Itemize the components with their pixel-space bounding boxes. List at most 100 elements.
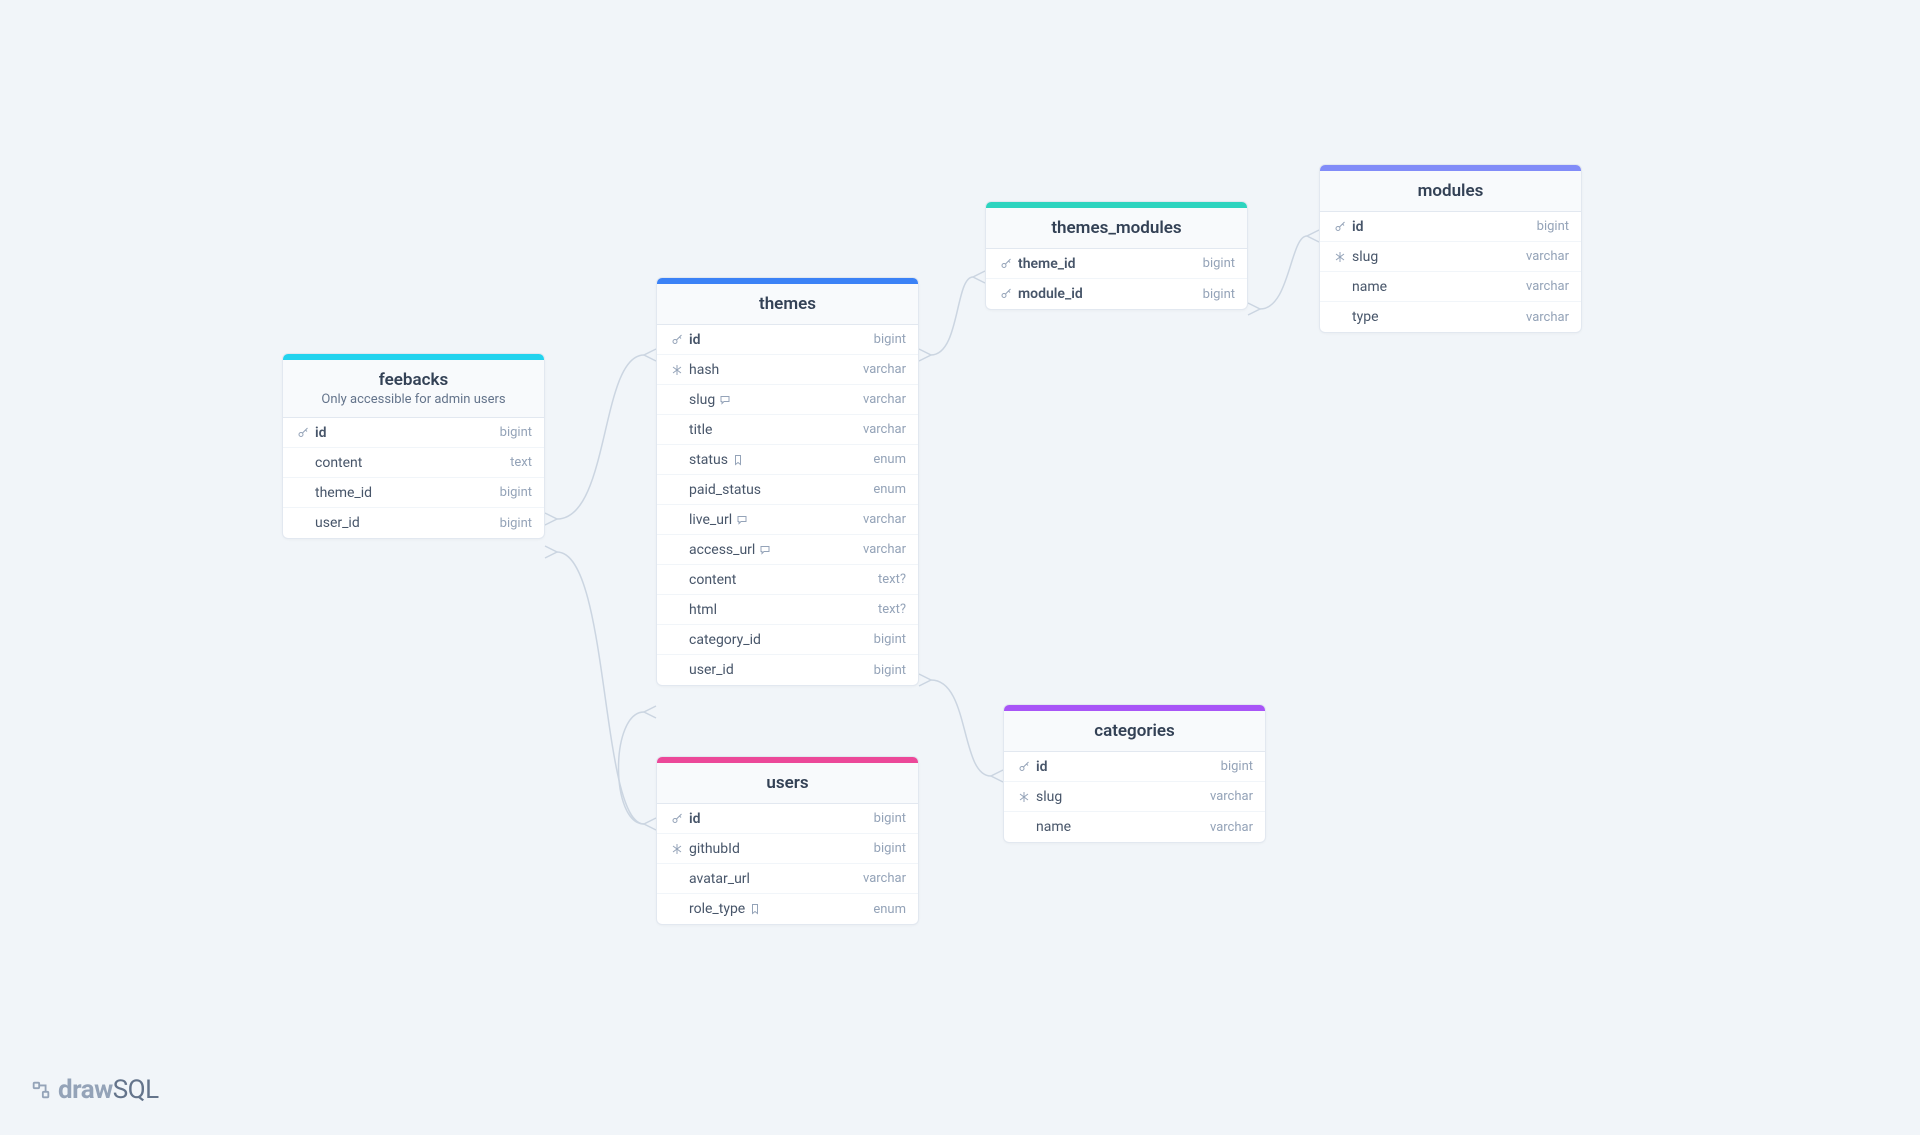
column-name: slug bbox=[689, 392, 731, 408]
column-name: title bbox=[689, 422, 712, 438]
column-name: access_url bbox=[689, 542, 771, 558]
key-icon bbox=[998, 258, 1014, 270]
column-row[interactable]: title varchar bbox=[657, 415, 918, 445]
column-row[interactable]: name varchar bbox=[1320, 272, 1581, 302]
column-row[interactable]: access_urlvarchar bbox=[657, 535, 918, 565]
column-name: user_id bbox=[689, 662, 734, 678]
column-name: html bbox=[689, 602, 717, 618]
column-name: category_id bbox=[689, 632, 761, 648]
columns: id bigint content text theme_id bigint user_id… bbox=[283, 418, 544, 538]
column-name: id bbox=[689, 811, 701, 827]
column-name: id bbox=[315, 425, 327, 441]
column-type: varchar bbox=[853, 512, 906, 527]
column-row[interactable]: idbigint bbox=[657, 804, 918, 834]
table-title: modules bbox=[1334, 181, 1567, 201]
column-row[interactable]: live_urlvarchar bbox=[657, 505, 918, 535]
column-type: text bbox=[500, 455, 532, 470]
column-row[interactable]: slug varchar bbox=[1320, 242, 1581, 272]
table-subtitle: Only accessible for admin users bbox=[297, 392, 530, 407]
table-themes[interactable]: themes idbiginthashvarcharslugvarchartit… bbox=[656, 277, 919, 686]
table-header: categories bbox=[1004, 711, 1265, 752]
column-type: varchar bbox=[1200, 820, 1253, 835]
column-type: bigint bbox=[1193, 287, 1235, 302]
column-row[interactable]: htmltext? bbox=[657, 595, 918, 625]
column-type: enum bbox=[863, 902, 906, 917]
table-modules[interactable]: modules idbigint slug varchar name varchar ty… bbox=[1319, 164, 1582, 333]
column-type: varchar bbox=[853, 422, 906, 437]
column-row[interactable]: category_id bigint bbox=[657, 625, 918, 655]
table-header: themes_modules bbox=[986, 208, 1247, 249]
brand-icon bbox=[30, 1079, 52, 1101]
column-row[interactable]: user_id bigint bbox=[657, 655, 918, 685]
diagram-canvas[interactable]: feebacks Only accessible for admin users… bbox=[0, 0, 1920, 1135]
table-categories[interactable]: categories idbigintslugvarchar name varcha… bbox=[1003, 704, 1266, 843]
column-row[interactable]: idbigint bbox=[1004, 752, 1265, 782]
column-row[interactable]: avatar_urlvarchar bbox=[657, 864, 918, 894]
column-type: bigint bbox=[864, 632, 906, 647]
column-row[interactable]: theme_idbigint bbox=[986, 249, 1247, 279]
columns: idbigintgithubIdbigintavatar_urlvarcharr… bbox=[657, 804, 918, 924]
column-name: name bbox=[1352, 279, 1387, 295]
columns: idbigintslugvarchar name varchar bbox=[1004, 752, 1265, 842]
table-title: users bbox=[671, 773, 904, 793]
column-type: bigint bbox=[490, 425, 532, 440]
column-row[interactable]: githubIdbigint bbox=[657, 834, 918, 864]
column-type: enum bbox=[863, 452, 906, 467]
table-themes-modules[interactable]: themes_modules theme_idbigintmodule_idbi… bbox=[985, 201, 1248, 310]
column-name: paid_status bbox=[689, 482, 761, 498]
table-title: themes_modules bbox=[1000, 218, 1233, 238]
bookmark-icon bbox=[749, 903, 761, 915]
column-name: content bbox=[689, 572, 736, 588]
column-row[interactable]: hashvarchar bbox=[657, 355, 918, 385]
key-icon bbox=[1016, 761, 1032, 773]
column-row[interactable]: slug varchar bbox=[657, 385, 918, 415]
column-type: enum bbox=[863, 482, 906, 497]
column-row[interactable]: theme_id bigint bbox=[283, 478, 544, 508]
column-type: bigint bbox=[864, 663, 906, 678]
snow-icon bbox=[669, 843, 685, 855]
column-row[interactable]: module_idbigint bbox=[986, 279, 1247, 309]
column-name: githubId bbox=[689, 841, 740, 857]
column-row[interactable]: status enum bbox=[657, 445, 918, 475]
column-row[interactable]: name varchar bbox=[1004, 812, 1265, 842]
table-users[interactable]: users idbigintgithubIdbigintavatar_urlva… bbox=[656, 756, 919, 925]
column-name: name bbox=[1036, 819, 1071, 835]
comment-icon bbox=[719, 394, 731, 406]
column-row[interactable]: role_typeenum bbox=[657, 894, 918, 924]
column-name: slug bbox=[1352, 249, 1378, 265]
column-row[interactable]: content text bbox=[283, 448, 544, 478]
comment-icon bbox=[759, 544, 771, 556]
table-header: feebacks Only accessible for admin users bbox=[283, 360, 544, 418]
column-name: content bbox=[315, 455, 362, 471]
table-header: users bbox=[657, 763, 918, 804]
snow-icon bbox=[669, 364, 685, 376]
column-type: text? bbox=[868, 572, 906, 587]
key-icon bbox=[295, 427, 311, 439]
table-feebacks[interactable]: feebacks Only accessible for admin users… bbox=[282, 353, 545, 539]
column-row[interactable]: content text? bbox=[657, 565, 918, 595]
brand-text-b: SQL bbox=[113, 1075, 159, 1105]
column-type: varchar bbox=[1516, 279, 1569, 294]
table-header: themes bbox=[657, 284, 918, 325]
column-row[interactable]: idbigint bbox=[657, 325, 918, 355]
column-name: status bbox=[689, 452, 744, 468]
columns: idbigint slug varchar name varchar typevarcha… bbox=[1320, 212, 1581, 332]
column-type: bigint bbox=[490, 485, 532, 500]
column-type: varchar bbox=[853, 392, 906, 407]
column-row[interactable]: idbigint bbox=[1320, 212, 1581, 242]
table-title: feebacks bbox=[297, 370, 530, 390]
column-type: bigint bbox=[1211, 759, 1253, 774]
column-row[interactable]: user_idbigint bbox=[283, 508, 544, 538]
column-row[interactable]: typevarchar bbox=[1320, 302, 1581, 332]
column-name: theme_id bbox=[315, 485, 372, 501]
column-row[interactable]: paid_status enum bbox=[657, 475, 918, 505]
column-name: theme_id bbox=[1018, 256, 1076, 272]
column-type: varchar bbox=[1516, 249, 1569, 264]
column-row[interactable]: slugvarchar bbox=[1004, 782, 1265, 812]
snow-icon bbox=[1332, 251, 1348, 263]
column-row[interactable]: id bigint bbox=[283, 418, 544, 448]
connectors-layer bbox=[0, 0, 1920, 1135]
comment-icon bbox=[736, 514, 748, 526]
column-type: bigint bbox=[1527, 219, 1569, 234]
brand-text-a: draw bbox=[58, 1075, 113, 1105]
